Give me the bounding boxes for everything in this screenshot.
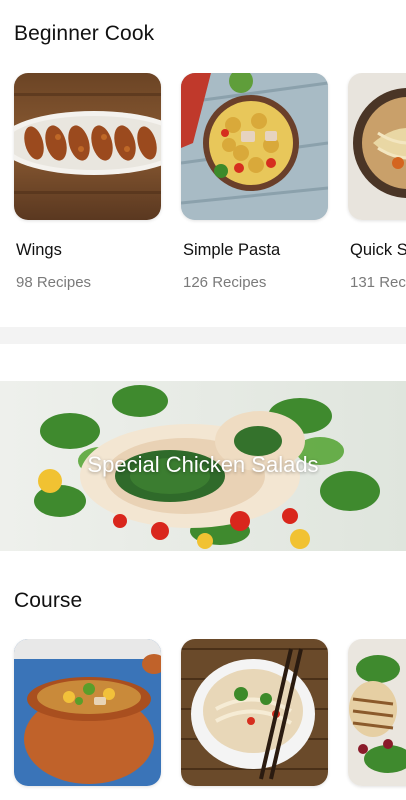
card-title: Wings [16, 241, 62, 259]
banner-title: Special Chicken Salads [87, 452, 319, 477]
section-divider [0, 327, 406, 344]
category-card-wings[interactable]: Wings 98 Recipes [14, 73, 161, 291]
grilled-chicken-image [348, 639, 406, 786]
course-card-grilled-chicken[interactable] [348, 639, 406, 786]
featured-banner[interactable]: Special Chicken Salads [0, 381, 406, 551]
noodle-soup-image [181, 639, 328, 786]
course-card-noodle-soup[interactable] [181, 639, 328, 786]
card-recipe-count: 98 Recipes [16, 274, 92, 291]
card-title: Simple Pasta [183, 241, 281, 259]
section-title-course: Course [14, 589, 83, 612]
course-card-stew[interactable] [14, 639, 161, 786]
card-title: Quick Soups [350, 241, 406, 259]
section-title-beginner-cook: Beginner Cook [14, 22, 155, 45]
recipes-screen: Beginner Cook Wings 98 Recipes Simple Pa… [0, 0, 406, 800]
quick-soups-image [348, 73, 406, 220]
card-recipe-count: 126 Recipes [183, 274, 267, 291]
course-carousel[interactable] [0, 639, 406, 800]
stew-pot-image [14, 639, 161, 786]
simple-pasta-image [181, 73, 328, 220]
category-card-quick-soups[interactable]: Quick Soups 131 Recipes [348, 73, 406, 291]
wings-image [14, 73, 161, 220]
category-card-simple-pasta[interactable]: Simple Pasta 126 Recipes [181, 73, 328, 291]
beginner-cook-carousel[interactable]: Wings 98 Recipes Simple Pasta 126 Recipe… [0, 73, 406, 293]
card-recipe-count: 131 Recipes [350, 274, 406, 291]
